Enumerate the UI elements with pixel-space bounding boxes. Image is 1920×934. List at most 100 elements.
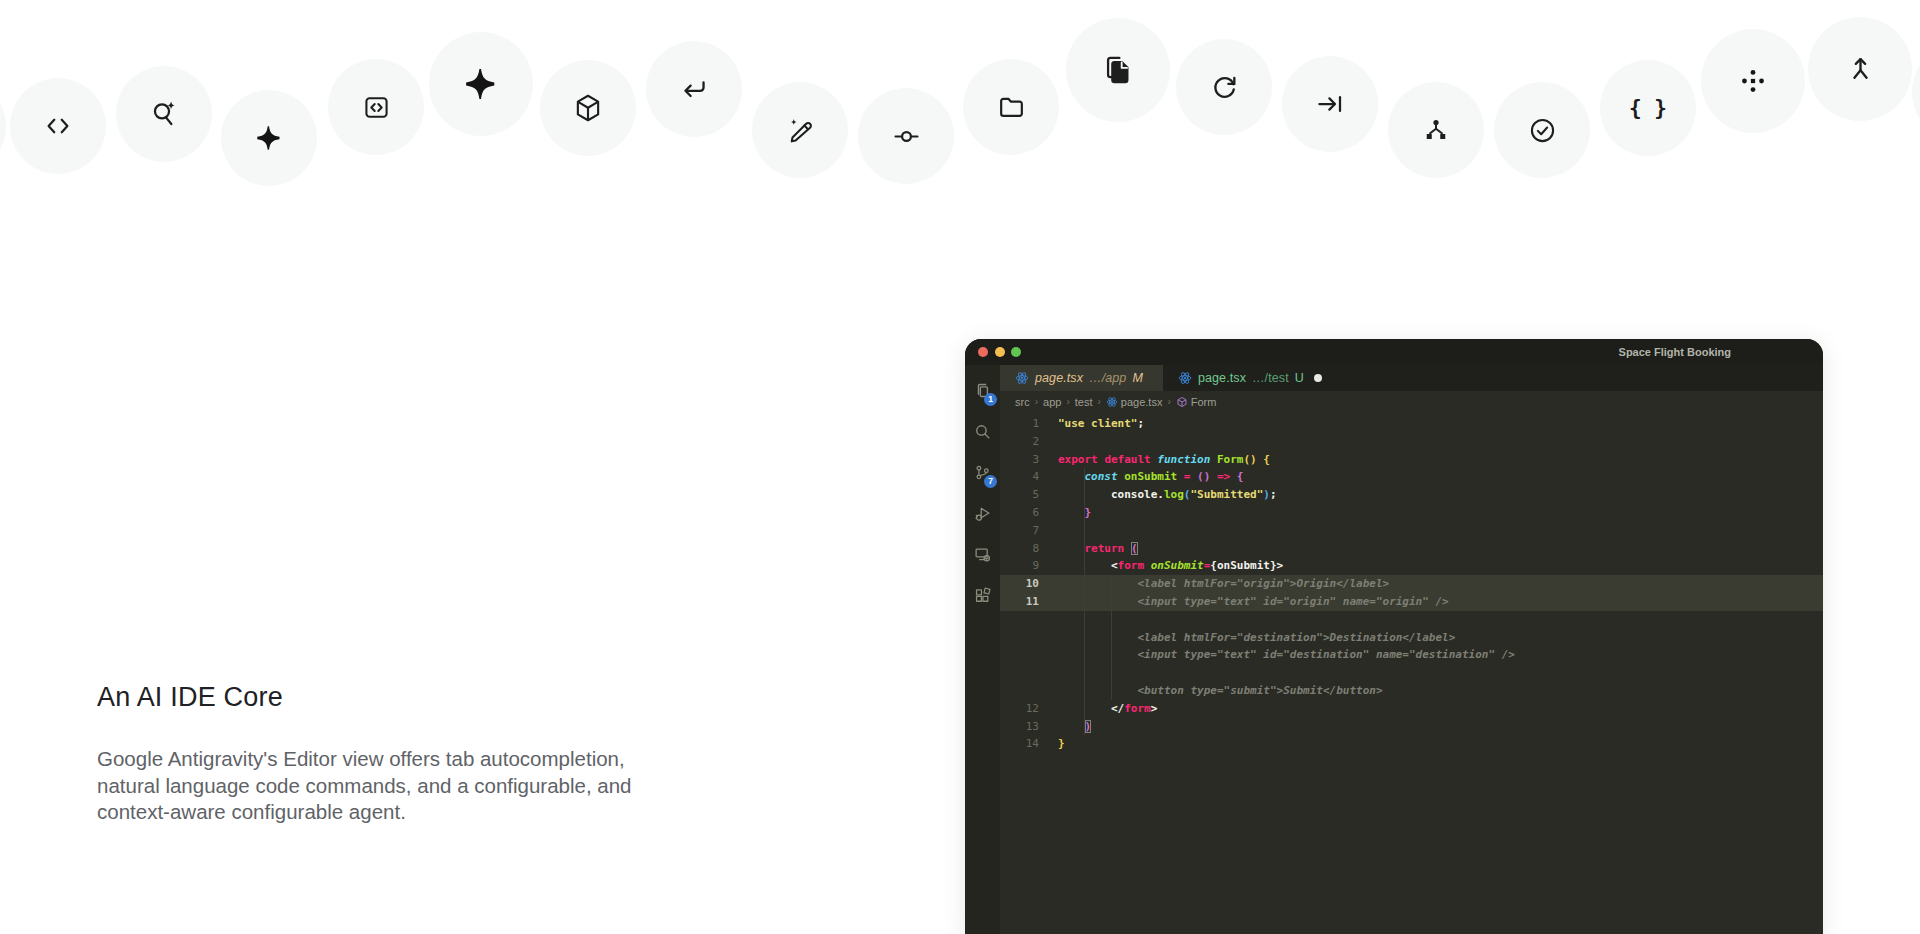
indent-guide bbox=[1084, 468, 1085, 735]
code-line[interactable] bbox=[1000, 611, 1823, 629]
code-editor[interactable]: 1"use client";23export default function … bbox=[1000, 412, 1823, 934]
tab-page-tsx-test[interactable]: page.tsx …/test U bbox=[1163, 365, 1342, 391]
editor-window: Space Flight Booking 1 7 bbox=[965, 339, 1823, 934]
edge-circle-right bbox=[1912, 42, 1920, 142]
check-circle-icon[interactable] bbox=[1494, 82, 1590, 178]
activity-run-debug[interactable] bbox=[965, 496, 1000, 530]
window-title: Space Flight Booking bbox=[1619, 339, 1731, 365]
page: { } An AI IDE Core Google Antigravity's … bbox=[0, 0, 1920, 934]
activity-source-control[interactable]: 7 bbox=[965, 455, 1000, 489]
refresh-icon[interactable] bbox=[1176, 39, 1272, 135]
react-icon bbox=[1178, 371, 1192, 385]
react-icon bbox=[1106, 396, 1118, 408]
activity-remote-preview[interactable] bbox=[965, 537, 1000, 571]
breadcrumb-file[interactable]: page.tsx bbox=[1106, 396, 1163, 408]
git-untracked-badge: U bbox=[1295, 371, 1304, 385]
tab-filename: page.tsx bbox=[1035, 371, 1083, 385]
line-number: 8 bbox=[1000, 540, 1039, 558]
line-number: 10 bbox=[1000, 575, 1039, 593]
chevron-icon: › bbox=[1065, 396, 1070, 407]
hierarchy-icon[interactable] bbox=[1388, 82, 1484, 178]
minimize-button[interactable] bbox=[995, 347, 1005, 357]
line-number: 1 bbox=[1000, 415, 1039, 433]
drag-dots-icon[interactable] bbox=[1701, 29, 1805, 133]
tab-bar: page.tsx …/app M page.tsx …/test U bbox=[1000, 365, 1823, 391]
chevron-icon: › bbox=[1096, 396, 1101, 407]
cube-icon[interactable] bbox=[540, 60, 636, 156]
activity-bar: 1 7 bbox=[965, 365, 1000, 934]
folder-icon[interactable] bbox=[963, 59, 1059, 155]
code-line[interactable]: 5 console.log("Submitted"); bbox=[1000, 486, 1823, 504]
edge-circle-left bbox=[0, 78, 6, 174]
code-line[interactable]: 12 </form> bbox=[1000, 700, 1823, 718]
magic-pen-icon[interactable] bbox=[752, 82, 848, 178]
merge-icon[interactable] bbox=[1808, 17, 1912, 121]
activity-files[interactable]: 1 bbox=[965, 373, 1000, 407]
git-modified-badge: M bbox=[1132, 371, 1143, 385]
braces-icon[interactable]: { } bbox=[1600, 60, 1696, 156]
close-button[interactable] bbox=[978, 347, 988, 357]
code-line[interactable]: 8 return ( bbox=[1000, 540, 1823, 558]
code-line[interactable]: 13 ) bbox=[1000, 718, 1823, 736]
line-number: 13 bbox=[1000, 718, 1039, 736]
code-line[interactable]: 7 bbox=[1000, 522, 1823, 540]
code-line[interactable]: 9 <form onSubmit={onSubmit}> bbox=[1000, 557, 1823, 575]
code-box-icon[interactable] bbox=[328, 59, 424, 155]
tab-filepath: …/app bbox=[1089, 371, 1126, 385]
code-line[interactable]: 4 const onSubmit = () => { bbox=[1000, 468, 1823, 486]
sparkle-small-icon[interactable] bbox=[221, 90, 317, 186]
tab-filepath: …/test bbox=[1252, 371, 1289, 385]
line-number: 3 bbox=[1000, 451, 1039, 469]
breadcrumb-symbol[interactable]: Form bbox=[1176, 396, 1217, 408]
line-number: 7 bbox=[1000, 522, 1039, 540]
chevron-icon: › bbox=[1166, 396, 1171, 407]
line-number: 2 bbox=[1000, 433, 1039, 451]
section-description: Google Antigravity's Editor view offers … bbox=[97, 746, 632, 826]
window-titlebar: Space Flight Booking bbox=[965, 339, 1823, 365]
breadcrumb: src › app › test › page.tsx › Form bbox=[1000, 391, 1823, 412]
source-control-badge: 7 bbox=[984, 475, 997, 488]
line-number: 5 bbox=[1000, 486, 1039, 504]
line-number: 4 bbox=[1000, 468, 1039, 486]
react-icon bbox=[1015, 371, 1029, 385]
activity-search[interactable] bbox=[965, 414, 1000, 448]
code-line[interactable]: <input type="text" id="destination" name… bbox=[1000, 646, 1823, 664]
commit-icon[interactable] bbox=[858, 88, 954, 184]
code-line[interactable]: 10 <label htmlFor="origin">Origin</label… bbox=[1000, 575, 1823, 593]
unsaved-dot[interactable] bbox=[1314, 374, 1322, 382]
line-number: 11 bbox=[1000, 593, 1039, 611]
zoom-button[interactable] bbox=[1011, 347, 1021, 357]
symbol-icon bbox=[1176, 396, 1188, 408]
breadcrumb-app[interactable]: app bbox=[1043, 396, 1061, 408]
line-number: 9 bbox=[1000, 557, 1039, 575]
code-icon[interactable] bbox=[10, 78, 106, 174]
line-number: 14 bbox=[1000, 735, 1039, 753]
code-line[interactable]: 1"use client"; bbox=[1000, 415, 1823, 433]
code-line[interactable]: 11 <input type="text" id="origin" name="… bbox=[1000, 593, 1823, 611]
code-line[interactable]: <button type="submit">Submit</button> bbox=[1000, 682, 1823, 700]
breadcrumb-test[interactable]: test bbox=[1075, 396, 1093, 408]
code-line[interactable]: 6 } bbox=[1000, 504, 1823, 522]
tab-page-tsx-app[interactable]: page.tsx …/app M bbox=[1000, 365, 1163, 391]
code-line[interactable]: <label htmlFor="destination">Destination… bbox=[1000, 629, 1823, 647]
sparkle-large-icon[interactable] bbox=[429, 32, 533, 136]
code-line[interactable]: 3export default function Form() { bbox=[1000, 451, 1823, 469]
code-lines: 1"use client";23export default function … bbox=[1000, 412, 1823, 753]
line-number: 12 bbox=[1000, 700, 1039, 718]
copy-icon[interactable] bbox=[1066, 18, 1170, 122]
activity-extensions[interactable] bbox=[965, 578, 1000, 612]
return-arrow-icon[interactable] bbox=[646, 41, 742, 137]
code-line[interactable]: 2 bbox=[1000, 433, 1823, 451]
tab-filename: page.tsx bbox=[1198, 371, 1246, 385]
line-number: 6 bbox=[1000, 504, 1039, 522]
files-badge: 1 bbox=[984, 393, 997, 406]
indent-guide bbox=[1111, 575, 1112, 700]
chevron-icon: › bbox=[1034, 396, 1039, 407]
braces-glyph: { } bbox=[1629, 96, 1667, 120]
code-line[interactable] bbox=[1000, 664, 1823, 682]
search-sparkle-icon[interactable] bbox=[116, 66, 212, 162]
breadcrumb-src[interactable]: src bbox=[1015, 396, 1030, 408]
code-line[interactable]: 14} bbox=[1000, 735, 1823, 753]
section-title: An AI IDE Core bbox=[97, 682, 283, 713]
tab-right-icon[interactable] bbox=[1282, 56, 1378, 152]
